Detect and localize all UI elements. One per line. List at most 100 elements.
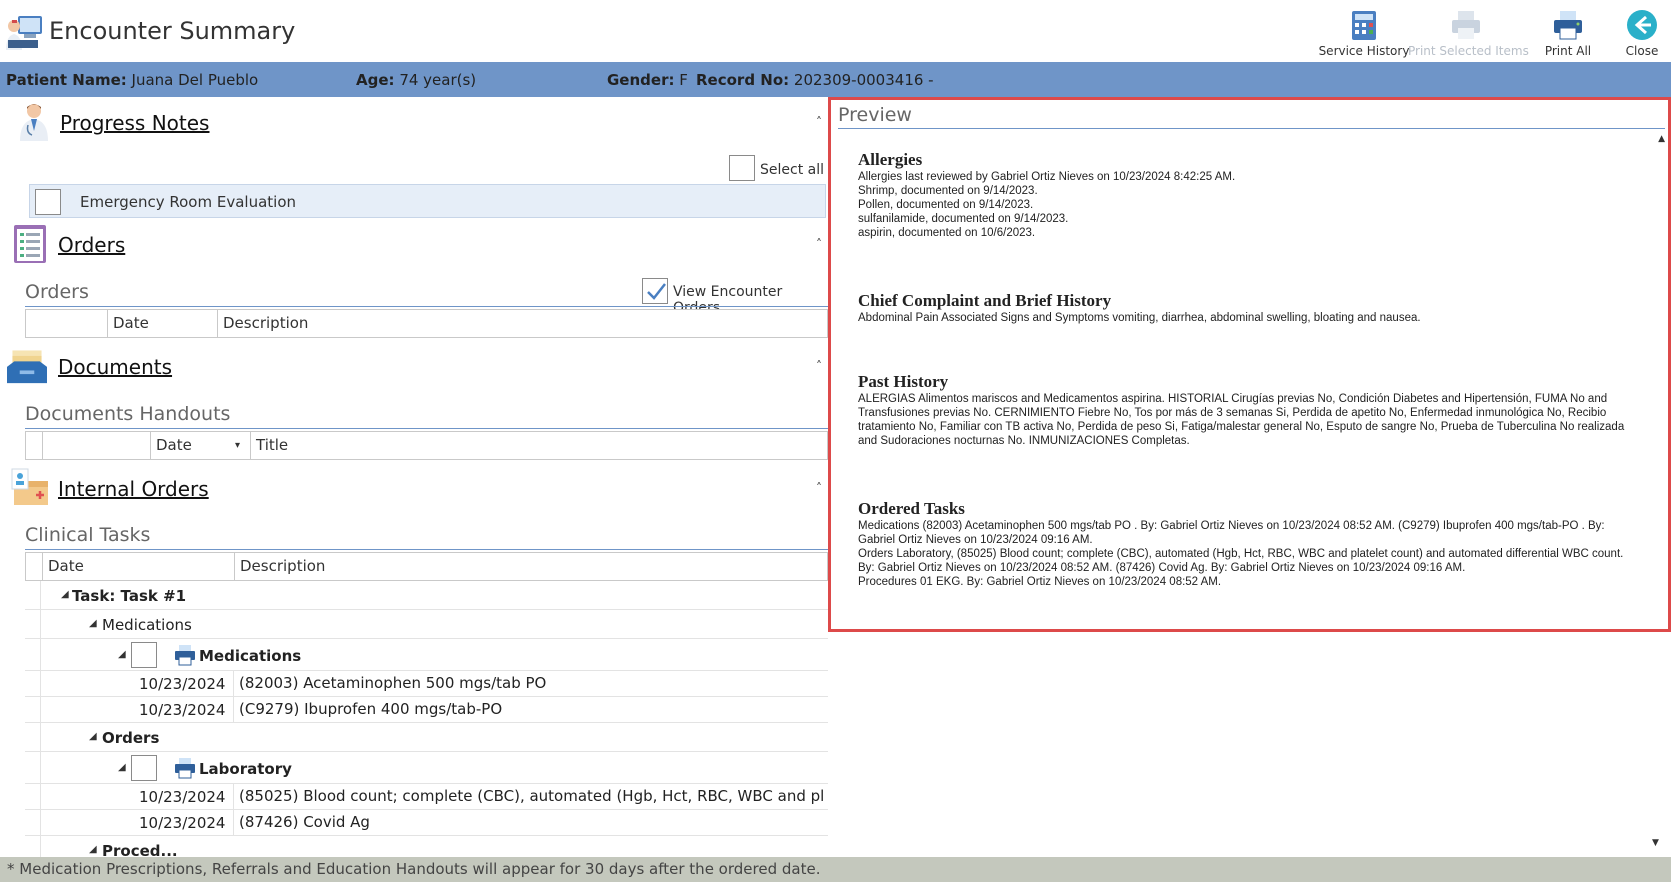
date-column-label: Date [156,436,192,454]
close-label: Close [1625,44,1659,58]
patient-gender-label: Gender: [607,71,675,89]
task-label: Task: Task #1 [72,587,187,605]
section-line: Allergies last reviewed by Gabriel Ortiz… [858,171,1236,183]
print-selected-label: Print Selected Items [1408,44,1529,58]
orders-grid-header: Date Description [25,309,828,338]
close-button[interactable]: Close [1614,6,1670,60]
internal-orders-header[interactable]: Internal Orders ˄ [0,463,828,511]
column-header-date[interactable]: Date [107,310,217,337]
patient-gender-value: F [679,71,688,89]
row-date: 10/23/2024 [139,675,226,693]
print-all-button[interactable]: Print All [1528,6,1608,60]
column-header-date[interactable]: Date [42,553,234,580]
page-title: Encounter Summary [49,17,296,45]
collapse-chevron-icon[interactable]: ˄ [816,237,822,251]
doctor-computer-icon [6,16,42,50]
collapse-chevron-icon[interactable]: ˄ [816,359,822,373]
group-row-partial[interactable]: ◢ Proced... [25,836,828,857]
progress-note-title: Emergency Room Evaluation [80,193,296,211]
divider [25,428,828,429]
subgroup-row-laboratory[interactable]: ◢ Laboratory [25,752,828,784]
collapse-chevron-icon[interactable]: ˄ [816,481,822,495]
section-line: sulfanilamide, documented on 9/14/2023. [858,213,1069,225]
internal-orders-title[interactable]: Internal Orders [58,477,209,501]
service-history-button[interactable]: Service History [1312,6,1416,60]
table-row[interactable]: 10/23/2024 (87426) Covid Ag [25,810,828,836]
clinical-tasks-grid-header: Date Description [25,552,828,581]
orders-title[interactable]: Orders [58,233,125,257]
orders-header[interactable]: Orders ˄ [0,219,828,267]
expand-triangle-icon[interactable]: ◢ [118,762,126,773]
scroll-up-arrow-icon[interactable]: ▲ [1658,134,1665,144]
divider [838,128,1665,129]
table-row[interactable]: 10/23/2024 (C9279) Ibuprofen 400 mgs/tab… [25,697,828,723]
group-row-orders[interactable]: ◢ Orders [25,723,828,752]
footer-note: * Medication Prescriptions, Referrals an… [7,860,821,878]
documents-title[interactable]: Documents [58,355,172,379]
subgroup-checkbox[interactable] [131,755,157,781]
patient-info-bar: Patient Name: Juana Del Pueblo Age: 74 y… [0,62,1671,97]
section-line: Orders Laboratory, (85025) Blood count; … [858,548,1624,574]
expand-triangle-icon[interactable]: ◢ [89,618,97,629]
documents-grid-header: Date ▾ Title [25,431,828,460]
patient-age-value: 74 year(s) [399,71,477,89]
table-row[interactable]: 10/23/2024 (82003) Acetaminophen 500 mgs… [25,671,828,697]
patient-age: Age: 74 year(s) [356,71,476,89]
section-line: Pollen, documented on 9/14/2023. [858,199,1034,211]
column-header-blank [42,432,150,459]
row-date: 10/23/2024 [139,788,226,806]
documents-header[interactable]: Documents ˄ [0,341,828,389]
task-row[interactable]: ◢ Task: Task #1 [25,581,828,610]
back-arrow-icon [1627,10,1657,40]
subgroup-row-medications[interactable]: ◢ Medications [25,639,828,671]
progress-note-row[interactable]: Emergency Room Evaluation [29,184,826,218]
select-all-checkbox[interactable] [729,155,755,181]
collapse-chevron-icon[interactable]: ˄ [816,115,822,129]
group-label: Medications [102,616,192,634]
view-encounter-orders-checkbox[interactable] [642,278,668,304]
column-header-description[interactable]: Description [234,553,824,580]
preview-section-allergies: Allergies Allergies last reviewed by Gab… [858,150,1638,240]
section-heading: Past History [858,372,949,391]
preview-section-past-history: Past History ALERGIAS Alimentos mariscos… [858,372,1638,448]
patient-name-value: Juana Del Pueblo [131,71,259,89]
row-description: (C9279) Ibuprofen 400 mgs/tab-PO [233,697,823,722]
preview-section-chief-complaint: Chief Complaint and Brief History Abdomi… [858,291,1638,325]
column-header-title[interactable]: Title [250,432,820,459]
header-bar: Encounter Summary Service History Print … [0,0,1671,62]
progress-note-checkbox[interactable] [35,189,61,215]
table-row[interactable]: 10/23/2024 (85025) Blood count; complete… [25,784,828,810]
summary-sections-panel: Progress Notes ˄ Select all Emergency Ro… [0,97,828,857]
row-description: (82003) Acetaminophen 500 mgs/tab PO [233,671,823,696]
printer-icon[interactable] [173,643,197,667]
progress-notes-header[interactable]: Progress Notes ˄ [0,97,828,145]
subgroup-checkbox[interactable] [131,642,157,668]
footer-note-bar: * Medication Prescriptions, Referrals an… [0,857,1671,882]
group-row-medications[interactable]: ◢ Medications [25,610,828,639]
service-history-label: Service History [1318,44,1410,58]
expand-triangle-icon[interactable]: ◢ [89,731,97,742]
row-description: (85025) Blood count; complete (CBC), aut… [233,784,823,809]
expand-triangle-icon[interactable]: ◢ [61,589,69,600]
group-label: Orders [102,729,160,747]
sort-dropdown-icon[interactable]: ▾ [235,432,240,459]
expand-triangle-icon[interactable]: ◢ [89,844,97,855]
calculator-icon [1352,11,1376,40]
expand-triangle-icon[interactable]: ◢ [118,649,126,660]
scroll-down-arrow-icon[interactable]: ▼ [1652,838,1659,848]
preview-section-ordered-tasks: Ordered Tasks Medications (82003) Acetam… [858,499,1638,589]
progress-notes-title[interactable]: Progress Notes [60,111,209,135]
subgroup-label: Medications [199,647,302,665]
doctor-icon [20,104,48,141]
print-selected-button[interactable]: Print Selected Items [1408,6,1529,60]
divider [25,549,828,550]
section-heading: Allergies [858,150,923,169]
file-box-icon [7,350,47,384]
section-line: Procedures 01 EKG. By: Gabriel Ortiz Nie… [858,576,1222,588]
divider [25,306,828,307]
printer-icon[interactable] [173,756,197,780]
column-header-date[interactable]: Date ▾ [150,432,250,459]
patient-record: Record No: 202309-0003416 - [696,71,934,89]
column-header-description[interactable]: Description [217,310,817,337]
patient-name: Patient Name: Juana Del Pueblo [6,71,258,89]
